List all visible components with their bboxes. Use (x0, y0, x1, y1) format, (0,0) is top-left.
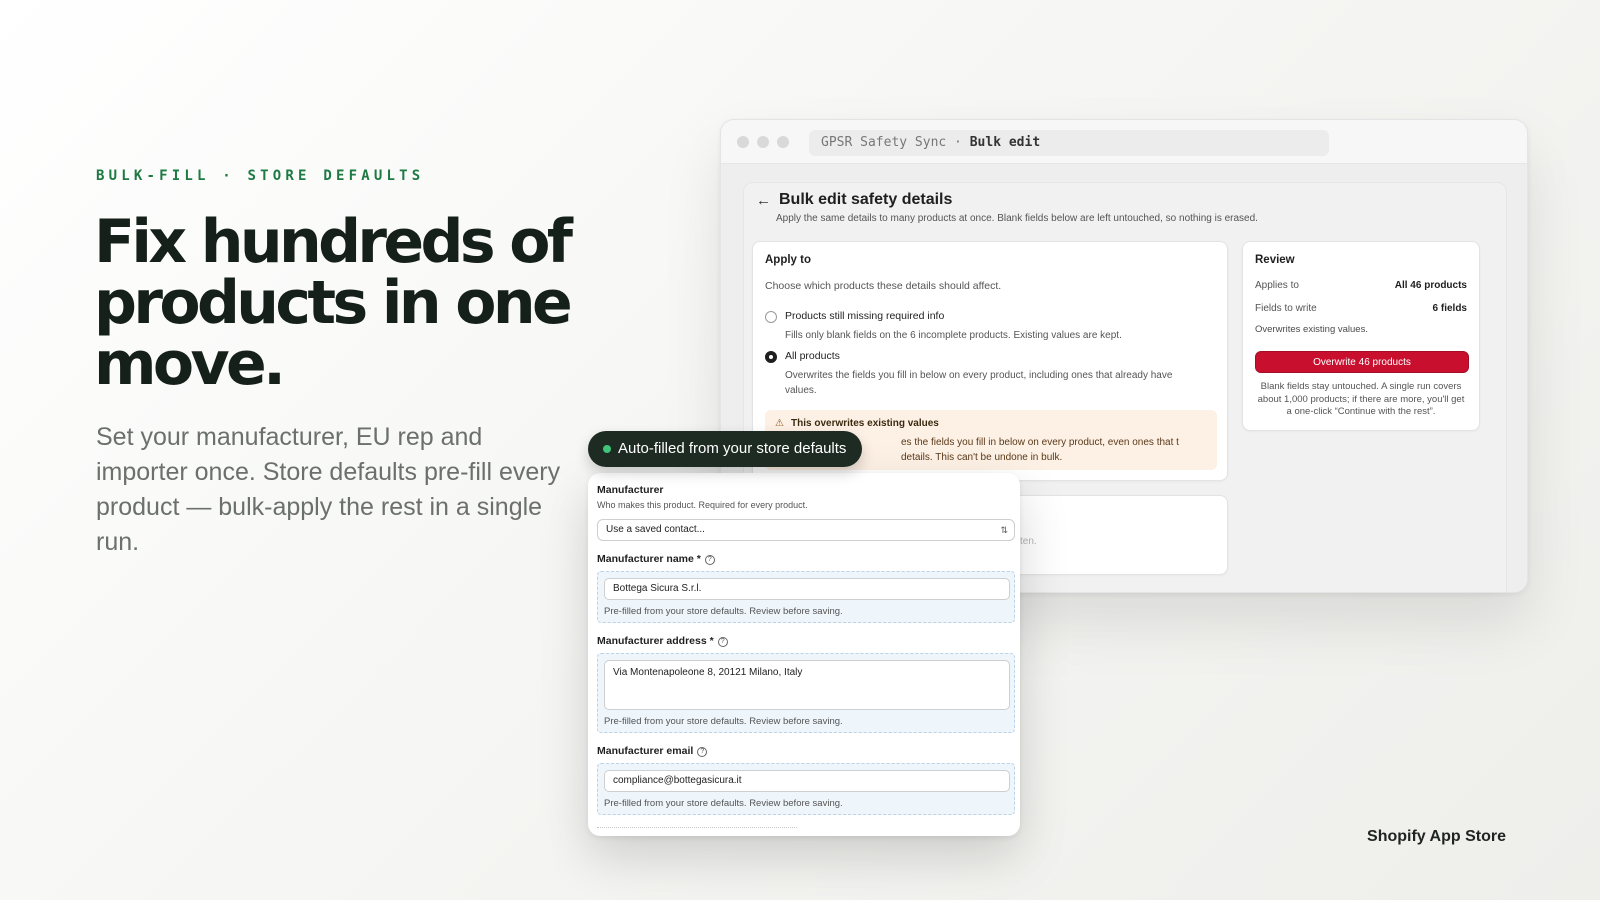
help-icon[interactable]: ? (697, 747, 708, 757)
prefill-note: Pre-filled from your store defaults. Rev… (604, 716, 843, 727)
option-missing-label: Products still missing required info (785, 310, 945, 322)
overwrite-button[interactable]: Overwrite 46 products (1255, 351, 1469, 373)
apply-to-heading: Apply to (765, 254, 811, 266)
footer-brand: Shopify App Store (1367, 828, 1506, 845)
applies-to-value: All 46 products (1394, 280, 1467, 291)
manufacturer-name-label-text: Manufacturer name * (597, 553, 701, 565)
warning-title: This overwrites existing values (791, 418, 939, 429)
manufacturer-name-label: Manufacturer name *? (597, 553, 715, 565)
radio-all-products[interactable] (765, 351, 777, 363)
manufacturer-form: Manufacturer Who makes this product. Req… (588, 473, 1020, 836)
manufacturer-email-prefill: compliance@bottegasicura.it Pre-filled f… (597, 763, 1015, 815)
manufacturer-email-label-text: Manufacturer email (597, 745, 694, 757)
window-titlebar: GPSR Safety Sync · Bulk edit (721, 120, 1527, 164)
option-all-desc: Overwrites the fields you fill in below … (785, 370, 1173, 396)
apply-to-prompt: Choose which products these details shou… (765, 280, 1002, 292)
manufacturer-address-input[interactable]: Via Montenapoleone 8, 20121 Milano, Ital… (604, 660, 1010, 710)
url-page: Bulk edit (969, 135, 1041, 150)
review-footnote: Blank fields stay untouched. A single ru… (1257, 381, 1465, 417)
manufacturer-name-prefill: Bottega Sicura S.r.l. Pre-filled from yo… (597, 571, 1015, 623)
manufacturer-email-label: Manufacturer email? (597, 745, 708, 757)
back-arrow-icon[interactable]: ← (756, 192, 771, 209)
prefill-note: Pre-filled from your store defaults. Rev… (604, 606, 843, 617)
url-bar[interactable]: GPSR Safety Sync · Bulk edit (809, 130, 1329, 156)
manufacturer-email-input[interactable]: compliance@bottegasicura.it (604, 770, 1010, 792)
option-all-products[interactable]: All products Overwrites the fields you f… (765, 350, 1205, 398)
manufacturer-address-prefill: Via Montenapoleone 8, 20121 Milano, Ital… (597, 653, 1015, 733)
status-dot-icon (603, 445, 611, 453)
option-all-label: All products (785, 350, 840, 362)
window-close-dot[interactable] (737, 136, 749, 148)
hero-subtext: Set your manufacturer, EU rep and import… (96, 423, 561, 556)
review-overwrite-note: Overwrites existing values. (1255, 324, 1368, 335)
review-card: Review Applies to All 46 products Fields… (1242, 241, 1480, 431)
window-minimize-dot[interactable] (757, 136, 769, 148)
saved-contact-value: Use a saved contact... (606, 524, 705, 535)
warning-icon: ⚠ (775, 418, 784, 429)
autofill-badge: Auto-filled from your store defaults (588, 431, 863, 467)
hero-headline: Fix hundreds of products in one move. (94, 207, 573, 399)
window-zoom-dot[interactable] (777, 136, 789, 148)
chevron-updown-icon: ⇅ (1000, 525, 1008, 535)
url-prefix: GPSR Safety Sync · (821, 135, 970, 150)
page-description: Apply the same details to many products … (776, 213, 1258, 224)
saved-contact-select[interactable]: Use a saved contact... ⇅ (597, 519, 1015, 541)
manufacturer-section-help: Who makes this product. Required for eve… (597, 500, 808, 510)
manufacturer-name-input[interactable]: Bottega Sicura S.r.l. (604, 578, 1010, 600)
fields-label: Fields to write (1255, 303, 1317, 314)
review-fields-row: Fields to write 6 fields (1255, 303, 1467, 314)
option-missing-info[interactable]: Products still missing required info Fil… (765, 310, 1205, 343)
option-missing-desc: Fills only blank fields on the 6 incompl… (785, 330, 1122, 341)
eyebrow-label: BULK-FILL · STORE DEFAULTS (96, 168, 425, 184)
page-header: ← Bulk edit safety details (756, 191, 952, 209)
help-icon[interactable]: ? (704, 555, 715, 565)
manufacturer-address-label-text: Manufacturer address * (597, 635, 714, 647)
autofill-badge-text: Auto-filled from your store defaults (618, 440, 847, 457)
fields-value: 6 fields (1432, 303, 1467, 314)
next-field-cutoff (597, 827, 797, 833)
page-title: Bulk edit safety details (779, 191, 953, 208)
manufacturer-section-label: Manufacturer (597, 484, 664, 496)
applies-to-label: Applies to (1255, 280, 1299, 291)
review-applies-row: Applies to All 46 products (1255, 280, 1467, 291)
review-heading: Review (1255, 254, 1295, 266)
help-icon[interactable]: ? (717, 637, 728, 647)
manufacturer-address-label: Manufacturer address *? (597, 635, 728, 647)
radio-missing-info[interactable] (765, 311, 777, 323)
prefill-note: Pre-filled from your store defaults. Rev… (604, 798, 843, 809)
